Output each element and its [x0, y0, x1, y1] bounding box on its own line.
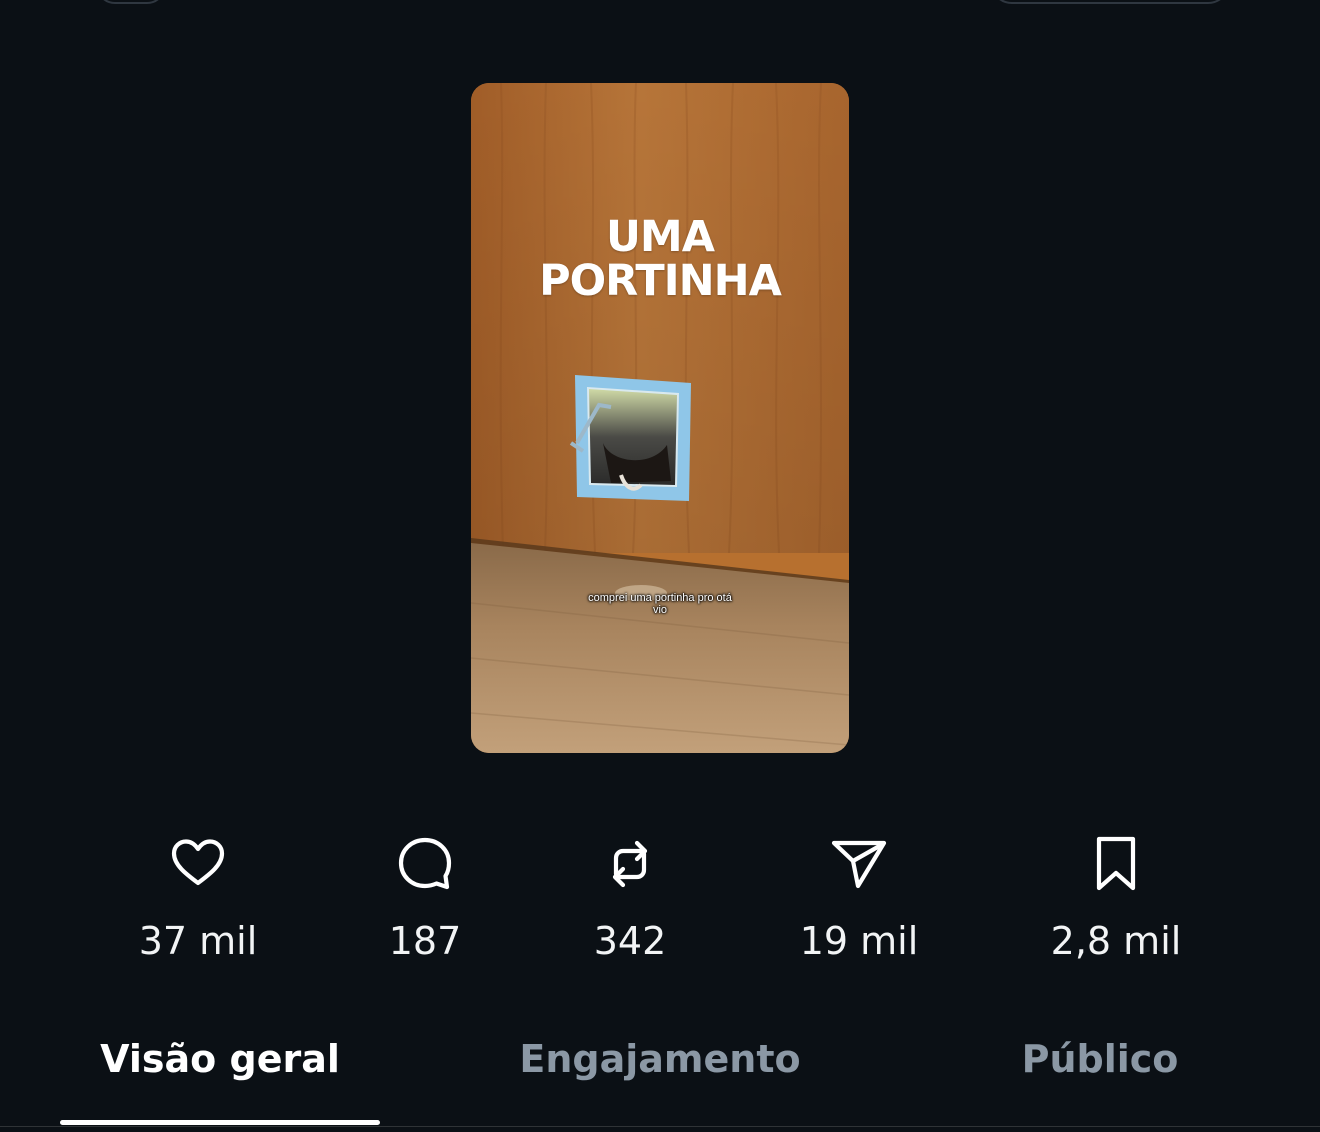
share-icon [831, 840, 887, 889]
tab-audience[interactable]: Público [960, 1034, 1240, 1084]
video-frame-image [471, 83, 849, 753]
heart-icon [171, 839, 225, 886]
back-control[interactable] [96, 0, 166, 4]
post-analytics-screen: UMA PORTINHA comprei uma portinha pro ot… [0, 0, 1320, 1132]
shares-count: 19 mil [799, 919, 919, 963]
replies-count: 187 [388, 919, 462, 963]
likes-count: 37 mil [138, 919, 258, 963]
video-caption: comprei uma portinha pro otá vio [471, 592, 849, 616]
video-thumbnail[interactable]: UMA PORTINHA comprei uma portinha pro ot… [471, 83, 849, 753]
reposts-count: 342 [593, 919, 667, 963]
overlay-title-line1: UMA [606, 212, 715, 262]
repost-icon [612, 840, 648, 888]
tab-engagement[interactable]: Engajamento [480, 1034, 840, 1084]
tab-bar-divider [0, 1126, 1320, 1127]
pet-door [569, 375, 691, 501]
bookmarks-count: 2,8 mil [1050, 919, 1182, 963]
bookmarks-stat[interactable]: 2,8 mil [1026, 834, 1206, 964]
reposts-stat[interactable]: 342 [540, 834, 720, 964]
likes-stat[interactable]: 37 mil [108, 834, 288, 964]
shares-stat[interactable]: 19 mil [769, 834, 949, 964]
bookmark-icon [1096, 836, 1136, 891]
caption-line1: comprei uma portinha pro otá [588, 592, 732, 604]
video-overlay-title: UMA PORTINHA [471, 215, 849, 303]
reply-icon [398, 837, 452, 890]
caption-line2: vio [652, 604, 668, 616]
overlay-title-line2: PORTINHA [539, 256, 782, 306]
replies-stat[interactable]: 187 [335, 834, 515, 964]
top-action-control[interactable] [990, 0, 1230, 4]
active-tab-indicator [60, 1120, 380, 1125]
tab-overview[interactable]: Visão geral [60, 1034, 380, 1084]
